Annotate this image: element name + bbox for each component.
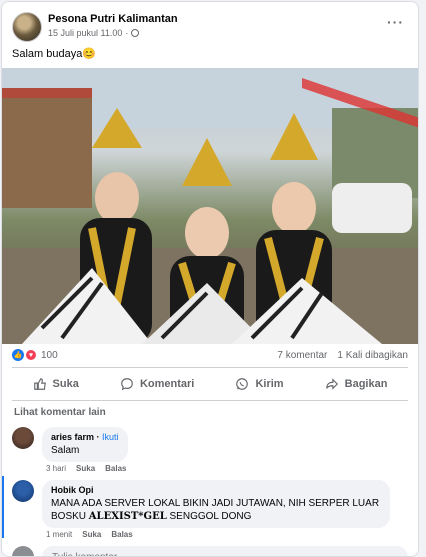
comment-count[interactable]: 7 komentar bbox=[277, 350, 327, 361]
comment-meta: 1 menit Suka Balas bbox=[46, 530, 133, 539]
share-button[interactable]: Bagikan bbox=[325, 377, 388, 391]
page-avatar[interactable] bbox=[12, 12, 42, 42]
comment-input[interactable] bbox=[42, 546, 408, 556]
comment-bubble: aries farm · Ikuti Salam bbox=[42, 427, 128, 462]
post-card: Pesona Putri Kalimantan 15 Juli pukul 11… bbox=[1, 1, 419, 557]
like-button[interactable]: Suka bbox=[33, 377, 79, 391]
post-meta: 15 Juli pukul 11.00 · bbox=[48, 28, 140, 38]
comment-text: MANA ADA SERVER LOKAL BIKIN JADI JUTAWAN… bbox=[51, 497, 381, 523]
action-bar: Suka Komentari Kirim Bagikan bbox=[12, 370, 408, 398]
reaction-summary[interactable]: 👍 ♥ 100 bbox=[12, 349, 58, 361]
current-user-avatar bbox=[12, 546, 34, 556]
share-icon bbox=[325, 378, 338, 390]
comment-bubble: Hobik Opi MANA ADA SERVER LOKAL BIKIN JA… bbox=[42, 480, 390, 528]
comment-text-brand: ALEXIST*GEL bbox=[88, 511, 167, 522]
photo-illustration bbox=[2, 68, 418, 344]
engagement-counts: 7 komentar 1 Kali dibagikan bbox=[277, 350, 408, 361]
page-name[interactable]: Pesona Putri Kalimantan bbox=[48, 13, 178, 25]
write-comment-row bbox=[12, 546, 408, 556]
view-more-comments[interactable]: Lihat komentar lain bbox=[14, 407, 106, 418]
comment-item: Hobik Opi MANA ADA SERVER LOKAL BIKIN JA… bbox=[12, 480, 408, 542]
new-comment-indicator bbox=[2, 476, 4, 538]
comment-icon bbox=[121, 378, 133, 391]
comment-item: aries farm · Ikuti Salam 3 hari Suka Bal… bbox=[12, 427, 408, 473]
post-text: Salam budaya😊 bbox=[12, 47, 96, 60]
post-date[interactable]: 15 Juli pukul 11.00 bbox=[48, 28, 122, 38]
comment-reply-link[interactable]: Balas bbox=[105, 464, 126, 473]
comment-time[interactable]: 3 hari bbox=[46, 464, 66, 473]
commenter-name[interactable]: Hobik Opi bbox=[51, 485, 381, 495]
like-icon bbox=[33, 378, 46, 390]
commenter-name: aries farm · Ikuti bbox=[51, 432, 119, 442]
comment-button[interactable]: Komentari bbox=[120, 377, 194, 391]
comment-text: Salam bbox=[51, 445, 80, 456]
comment-reply-link[interactable]: Balas bbox=[111, 530, 132, 539]
divider-top bbox=[12, 367, 408, 368]
like-reaction-icon: 👍 bbox=[12, 349, 24, 361]
comment-label: Komentari bbox=[139, 378, 195, 390]
comment-text-suffix: SENGGOL DONG bbox=[169, 511, 252, 522]
commenter-avatar[interactable] bbox=[12, 427, 34, 449]
share-label: Bagikan bbox=[344, 378, 388, 390]
love-reaction-icon: ♥ bbox=[25, 349, 37, 361]
meta-separator: · bbox=[125, 28, 129, 38]
whatsapp-icon bbox=[236, 378, 249, 390]
reaction-count: 100 bbox=[41, 349, 58, 361]
divider-bottom bbox=[12, 400, 408, 401]
post-header: Pesona Putri Kalimantan 15 Juli pukul 11… bbox=[12, 12, 408, 44]
comment-time[interactable]: 1 menit bbox=[46, 530, 72, 539]
comment-like-link[interactable]: Suka bbox=[76, 464, 95, 473]
like-label: Suka bbox=[52, 378, 79, 390]
post-caption: Salam budaya bbox=[12, 48, 83, 60]
post-photo[interactable] bbox=[2, 68, 418, 344]
comment-like-link[interactable]: Suka bbox=[82, 530, 101, 539]
share-count[interactable]: 1 Kali dibagikan bbox=[337, 350, 408, 361]
commenter-name-text[interactable]: aries farm bbox=[51, 432, 94, 442]
comment-meta: 3 hari Suka Balas bbox=[46, 464, 127, 473]
post-emoji: 😊 bbox=[82, 48, 97, 60]
send-label: Kirim bbox=[255, 378, 284, 390]
commenter-avatar[interactable] bbox=[12, 480, 34, 502]
more-horizontal-icon[interactable]: ··· bbox=[387, 14, 404, 30]
send-button[interactable]: Kirim bbox=[235, 377, 284, 391]
follow-link[interactable]: Ikuti bbox=[102, 432, 119, 442]
globe-icon bbox=[131, 29, 140, 37]
